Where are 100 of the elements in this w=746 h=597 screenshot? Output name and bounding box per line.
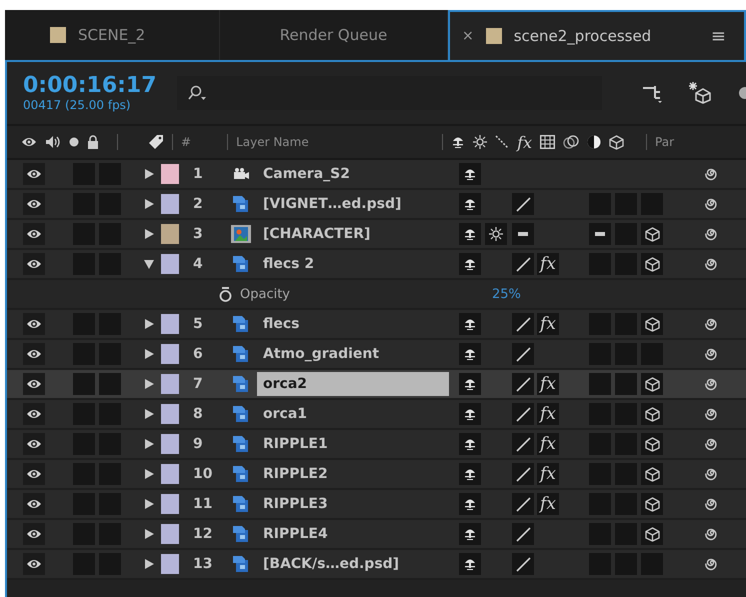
label-color-swatch[interactable] bbox=[161, 404, 179, 424]
switch-cell[interactable] bbox=[23, 253, 45, 275]
switch-cell[interactable] bbox=[459, 193, 481, 215]
visibility-eye-icon[interactable] bbox=[26, 348, 42, 360]
switch-cell[interactable] bbox=[459, 343, 481, 365]
switch-cell[interactable] bbox=[459, 433, 481, 455]
switch-cell[interactable] bbox=[641, 433, 663, 455]
switch-cell[interactable] bbox=[23, 163, 45, 185]
3d-layer-switch-icon[interactable] bbox=[644, 526, 660, 542]
layer-name[interactable]: [BACK/s…ed.psd] bbox=[257, 552, 449, 576]
3d-layer-switch-icon[interactable] bbox=[644, 406, 660, 422]
switch-cell[interactable] bbox=[459, 493, 481, 515]
visibility-column-icon[interactable] bbox=[21, 136, 37, 148]
3d-layer-switch-icon[interactable] bbox=[644, 436, 660, 452]
expand-triangle-icon[interactable] bbox=[143, 348, 155, 360]
switch-cell[interactable] bbox=[641, 313, 663, 335]
shy-switch-icon[interactable] bbox=[463, 197, 477, 211]
parent-pick-whip-icon[interactable] bbox=[705, 467, 719, 481]
switch-cell[interactable] bbox=[641, 463, 663, 485]
effects-switch[interactable]: fx bbox=[537, 463, 559, 485]
expand-triangle-icon[interactable] bbox=[143, 258, 155, 270]
shy-switch-icon[interactable] bbox=[463, 557, 477, 571]
label-color-swatch[interactable] bbox=[161, 224, 179, 244]
layer-name[interactable]: orca2 bbox=[257, 372, 449, 396]
effects-switch[interactable]: fx bbox=[537, 253, 559, 275]
shy-switch-icon[interactable] bbox=[463, 167, 477, 181]
visibility-eye-icon[interactable] bbox=[26, 198, 42, 210]
visibility-eye-icon[interactable] bbox=[26, 528, 42, 540]
switch-cell[interactable] bbox=[23, 343, 45, 365]
visibility-eye-icon[interactable] bbox=[26, 258, 42, 270]
switch-cell[interactable] bbox=[641, 403, 663, 425]
collapse-column-icon[interactable] bbox=[473, 135, 488, 149]
switch-cell[interactable] bbox=[459, 253, 481, 275]
shy-switch-icon[interactable] bbox=[463, 257, 477, 271]
shy-switch-icon[interactable] bbox=[463, 407, 477, 421]
layer-name[interactable]: Atmo_gradient bbox=[257, 342, 449, 366]
switch-cell[interactable] bbox=[589, 223, 611, 245]
shy-switch-icon[interactable] bbox=[463, 227, 477, 241]
3d-layer-switch-icon[interactable] bbox=[644, 466, 660, 482]
switch-cell[interactable] bbox=[641, 253, 663, 275]
switch-cell[interactable] bbox=[23, 403, 45, 425]
switch-cell[interactable] bbox=[459, 163, 481, 185]
layer-name[interactable]: flecs bbox=[257, 312, 449, 336]
flowchart-icon[interactable] bbox=[642, 83, 664, 103]
layer-name-column-header[interactable]: Layer Name bbox=[236, 135, 434, 149]
label-color-swatch[interactable] bbox=[161, 314, 179, 334]
tab[interactable]: × scene2_processed ≡ bbox=[448, 10, 746, 60]
parent-pick-whip-icon[interactable] bbox=[705, 167, 719, 181]
parent-pick-whip-icon[interactable] bbox=[705, 197, 719, 211]
visibility-eye-icon[interactable] bbox=[26, 318, 42, 330]
switch-cell[interactable] bbox=[459, 313, 481, 335]
parent-pick-whip-icon[interactable] bbox=[705, 347, 719, 361]
label-color-swatch[interactable] bbox=[161, 524, 179, 544]
label-color-swatch[interactable] bbox=[161, 434, 179, 454]
close-tab-button[interactable]: × bbox=[462, 28, 474, 44]
shy-switch-icon[interactable] bbox=[463, 497, 477, 511]
visibility-eye-icon[interactable] bbox=[26, 468, 42, 480]
switch-cell[interactable] bbox=[615, 373, 637, 395]
3d-layer-switch-icon[interactable] bbox=[644, 256, 660, 272]
visibility-eye-icon[interactable] bbox=[26, 438, 42, 450]
3d-column-icon[interactable] bbox=[609, 134, 624, 150]
expand-triangle-icon[interactable] bbox=[143, 468, 155, 480]
switch-cell[interactable] bbox=[23, 493, 45, 515]
layer-name[interactable]: [CHARACTER] bbox=[257, 222, 449, 246]
frame-blend-switch-icon[interactable] bbox=[595, 232, 605, 236]
label-color-swatch[interactable] bbox=[161, 494, 179, 514]
stopwatch-icon[interactable] bbox=[219, 286, 232, 302]
parent-pick-whip-icon[interactable] bbox=[705, 257, 719, 271]
solo-switch-cell[interactable] bbox=[73, 373, 95, 395]
parent-pick-whip-icon[interactable] bbox=[705, 377, 719, 391]
draft-3d-icon[interactable] bbox=[688, 82, 712, 104]
tab-label[interactable]: Render Queue bbox=[280, 26, 388, 44]
layer-name[interactable]: RIPPLE3 bbox=[257, 492, 449, 516]
parent-pick-whip-icon[interactable] bbox=[705, 497, 719, 511]
visibility-eye-icon[interactable] bbox=[26, 378, 42, 390]
shy-switch-icon[interactable] bbox=[463, 317, 477, 331]
layer-name[interactable]: RIPPLE4 bbox=[257, 522, 449, 546]
parent-pick-whip-icon[interactable] bbox=[705, 227, 719, 241]
label-color-swatch[interactable] bbox=[161, 464, 179, 484]
label-color-swatch[interactable] bbox=[161, 254, 179, 274]
expand-triangle-icon[interactable] bbox=[143, 438, 155, 450]
layer-name[interactable]: RIPPLE1 bbox=[257, 432, 449, 456]
label-color-swatch[interactable] bbox=[161, 344, 179, 364]
switch-cell[interactable] bbox=[23, 313, 45, 335]
switch-cell[interactable] bbox=[641, 373, 663, 395]
label-color-swatch[interactable] bbox=[161, 374, 179, 394]
label-color-swatch[interactable] bbox=[161, 554, 179, 574]
switch-cell[interactable] bbox=[641, 493, 663, 515]
effects-switch[interactable]: fx bbox=[537, 373, 559, 395]
expand-triangle-icon[interactable] bbox=[143, 498, 155, 510]
timecode[interactable]: 0:00:16:17 bbox=[23, 74, 157, 98]
shy-switch-icon[interactable] bbox=[463, 467, 477, 481]
switch-cell[interactable] bbox=[485, 223, 507, 245]
panel-menu-button[interactable]: ≡ bbox=[710, 26, 726, 46]
3d-layer-switch-icon[interactable] bbox=[644, 316, 660, 332]
visibility-eye-icon[interactable] bbox=[26, 408, 42, 420]
3d-layer-switch-icon[interactable] bbox=[644, 376, 660, 392]
layer-name[interactable]: Camera_S2 bbox=[257, 162, 449, 186]
shy-switch-icon[interactable] bbox=[463, 437, 477, 451]
switch-cell[interactable] bbox=[23, 523, 45, 545]
